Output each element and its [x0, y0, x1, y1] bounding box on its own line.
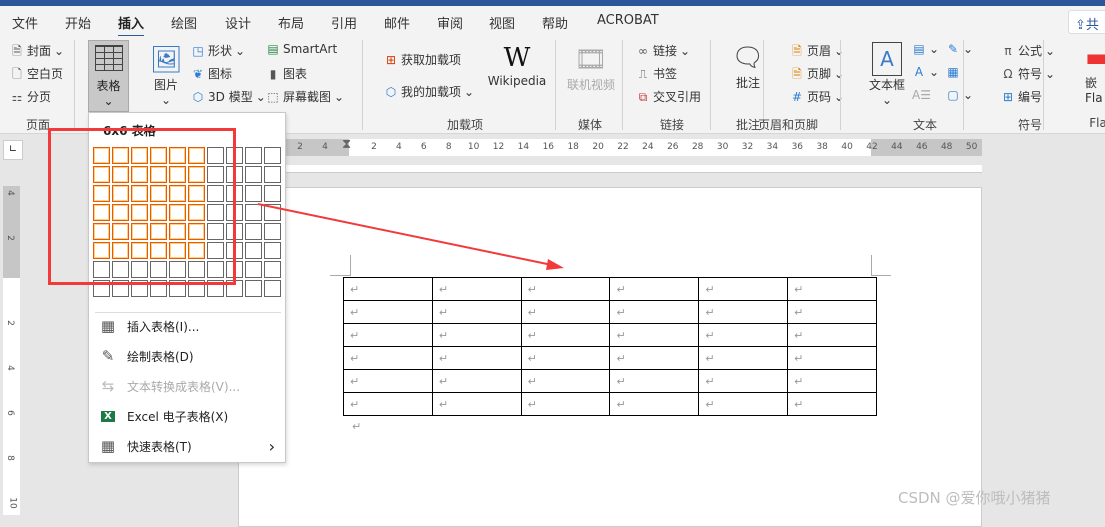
watermark: CSDN @爱你哦小猪猪 [898, 489, 1051, 507]
annotation-arrow [257, 203, 564, 270]
